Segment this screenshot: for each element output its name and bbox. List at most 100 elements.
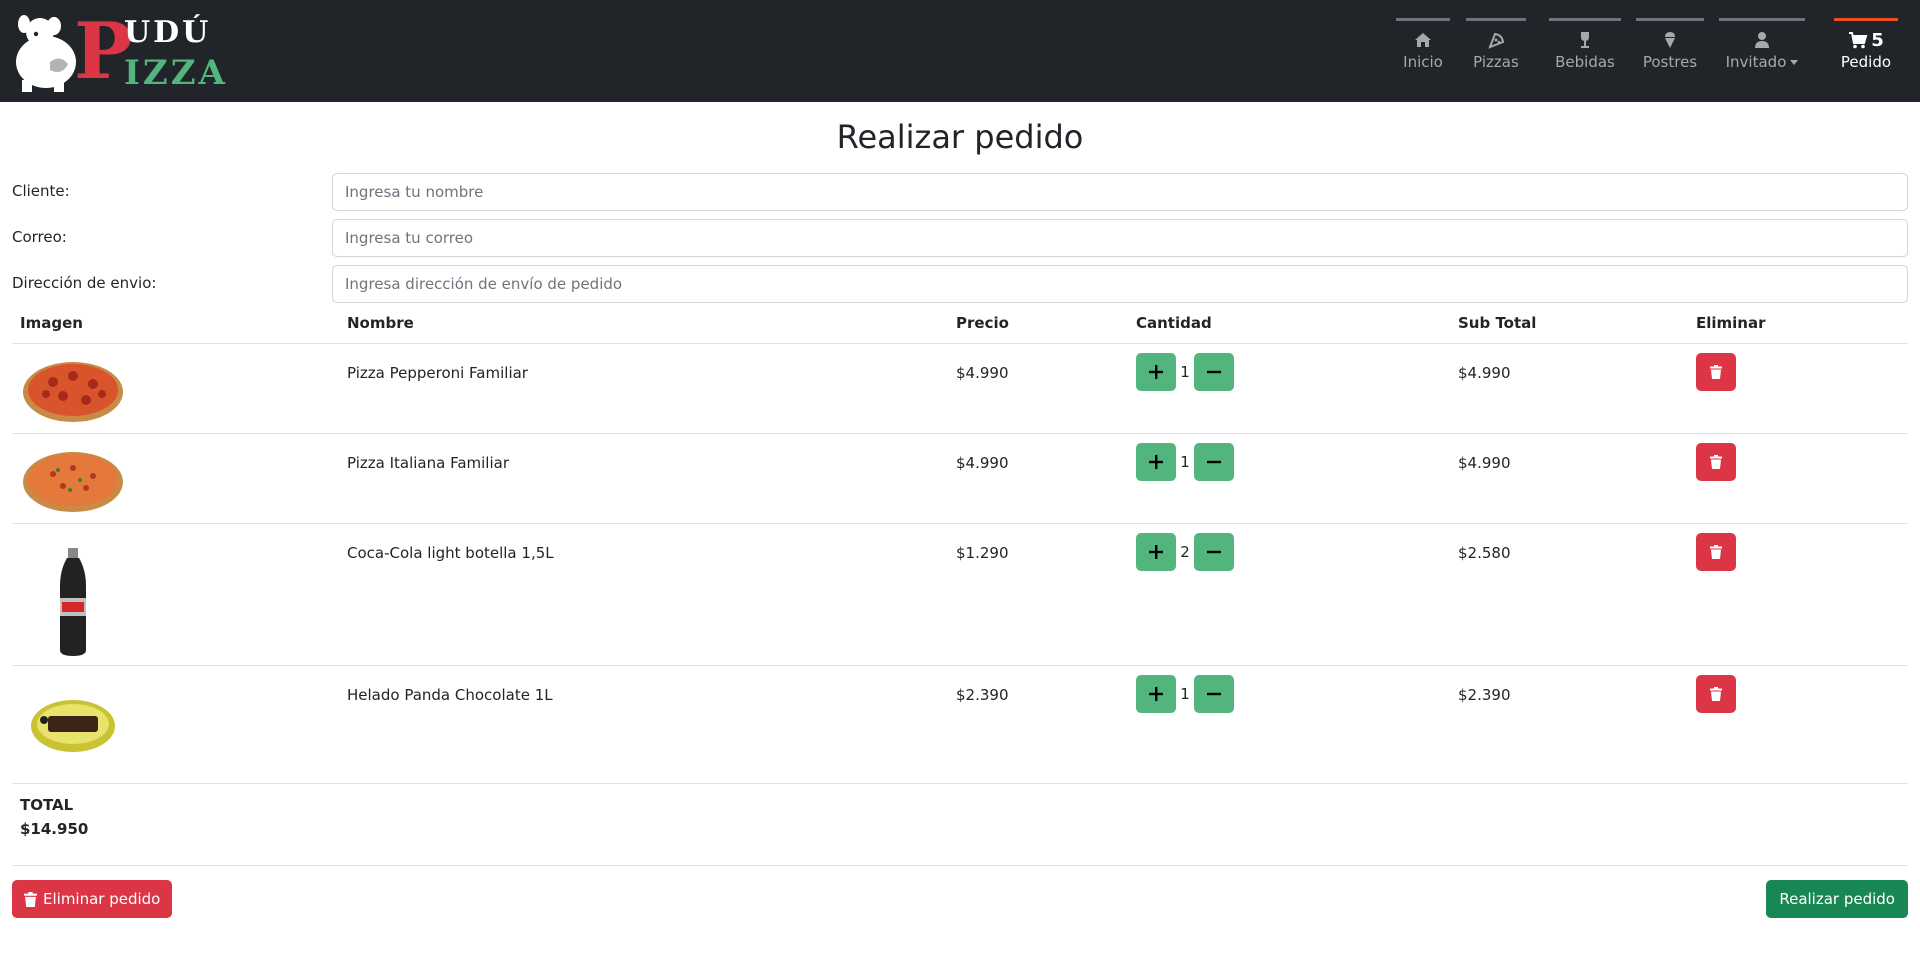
- header-image: Imagen: [20, 314, 83, 332]
- home-icon: [1415, 33, 1431, 47]
- delete-item-button[interactable]: [1696, 353, 1736, 391]
- nav-item-pizzas[interactable]: Pizzas: [1466, 18, 1526, 80]
- total-label: TOTAL: [20, 796, 74, 814]
- product-name: Pizza Pepperoni Familiar: [347, 364, 528, 382]
- delete-item-button[interactable]: [1696, 533, 1736, 571]
- trash-icon: [1710, 545, 1722, 559]
- delete-order-button[interactable]: Eliminar pedido: [12, 880, 173, 918]
- product-name: Coca-Cola light botella 1,5L: [347, 544, 554, 562]
- nav-label: Invitado: [1725, 53, 1787, 71]
- increase-quantity-button[interactable]: [1136, 675, 1176, 713]
- product-subtotal: $4.990: [1458, 364, 1511, 382]
- nav-label-wrap: Invitado: [1719, 53, 1805, 71]
- product-price: $4.990: [956, 454, 1009, 472]
- ice-cream-icon: [1665, 32, 1675, 48]
- plus-icon: [1149, 687, 1163, 701]
- product-subtotal: $2.580: [1458, 544, 1511, 562]
- order-table: Imagen Nombre Precio Cantidad Sub Total …: [12, 306, 1908, 866]
- table-row: Pizza Italiana Familiar $4.990 1 $4.990: [12, 434, 1908, 524]
- cart-icon: [1849, 31, 1868, 48]
- table-row: Pizza Pepperoni Familiar $4.990 1 $4.990: [12, 344, 1908, 434]
- ice-cream-tub-image: [31, 700, 115, 752]
- nav-label: Pizzas: [1473, 53, 1519, 71]
- plus-icon: [1149, 545, 1163, 559]
- decrease-quantity-button[interactable]: [1194, 533, 1234, 571]
- quantity-value: 1: [1180, 363, 1190, 381]
- client-label: Cliente:: [12, 182, 70, 200]
- pizza-slice-icon: [1488, 32, 1505, 49]
- client-name-input[interactable]: [332, 173, 1908, 211]
- brand-bottom-text: IZZA: [124, 53, 228, 93]
- header-price: Precio: [956, 314, 1009, 332]
- nav-label: Postres: [1642, 53, 1698, 71]
- pudu-mascot-icon: [16, 15, 76, 92]
- decrease-quantity-button[interactable]: [1194, 675, 1234, 713]
- nav-label: Pedido: [1840, 53, 1892, 71]
- header-subtotal: Sub Total: [1458, 314, 1537, 332]
- email-input[interactable]: [332, 219, 1908, 257]
- header-name: Nombre: [347, 314, 414, 332]
- nav-item-inicio[interactable]: Inicio: [1396, 18, 1450, 80]
- italian-pizza-image: [23, 452, 123, 512]
- increase-quantity-button[interactable]: [1136, 353, 1176, 391]
- place-order-button[interactable]: Realizar pedido: [1766, 880, 1908, 918]
- navbar: P UDÚ IZZA Inicio Pizzas Bebidas Postres…: [0, 0, 1920, 102]
- delete-item-button[interactable]: [1696, 443, 1736, 481]
- table-row: Coca-Cola light botella 1,5L $1.290 2 $2…: [12, 524, 1908, 666]
- increase-quantity-button[interactable]: [1136, 533, 1176, 571]
- product-name: Pizza Italiana Familiar: [347, 454, 509, 472]
- product-subtotal: $4.990: [1458, 454, 1511, 472]
- product-price: $2.390: [956, 686, 1009, 704]
- pudu-pizza-logo[interactable]: P UDÚ IZZA: [10, 12, 225, 92]
- table-header: Imagen Nombre Precio Cantidad Sub Total …: [12, 306, 1908, 344]
- product-subtotal: $2.390: [1458, 686, 1511, 704]
- trash-icon: [1710, 365, 1722, 379]
- user-icon: [1755, 32, 1769, 48]
- nav-item-postres[interactable]: Postres: [1636, 18, 1704, 80]
- nav-label: Bebidas: [1555, 53, 1615, 71]
- quantity-stepper: 1: [1136, 353, 1234, 391]
- plus-icon: [1149, 455, 1163, 469]
- order-total: TOTAL $14.950: [12, 784, 1908, 866]
- total-value: $14.950: [20, 820, 89, 838]
- header-quantity: Cantidad: [1136, 314, 1212, 332]
- cart-count-badge: 5: [1871, 29, 1884, 51]
- quantity-stepper: 2: [1136, 533, 1234, 571]
- brand-top-text: UDÚ: [124, 15, 212, 50]
- wine-glass-icon: [1581, 32, 1589, 48]
- cart-indicator: 5: [1834, 29, 1898, 51]
- product-price: $1.290: [956, 544, 1009, 562]
- product-name: Helado Panda Chocolate 1L: [347, 686, 553, 704]
- minus-icon: [1207, 550, 1221, 554]
- plus-icon: [1149, 365, 1163, 379]
- delete-item-button[interactable]: [1696, 675, 1736, 713]
- table-row: Helado Panda Chocolate 1L $2.390 1 $2.39…: [12, 666, 1908, 784]
- delete-order-label: Eliminar pedido: [43, 890, 161, 908]
- trash-icon: [24, 891, 37, 907]
- header-delete: Eliminar: [1696, 314, 1766, 332]
- address-label: Dirección de envio:: [12, 274, 157, 292]
- caret-down-icon: [1790, 60, 1799, 65]
- product-price: $4.990: [956, 364, 1009, 382]
- quantity-stepper: 1: [1136, 443, 1234, 481]
- quantity-value: 1: [1180, 685, 1190, 703]
- page-title: Realizar pedido: [836, 118, 1084, 156]
- pepperoni-pizza-image: [23, 362, 123, 422]
- quantity-value: 1: [1180, 453, 1190, 471]
- shipping-address-input[interactable]: [332, 265, 1908, 303]
- email-label: Correo:: [12, 228, 67, 246]
- increase-quantity-button[interactable]: [1136, 443, 1176, 481]
- trash-icon: [1710, 687, 1722, 701]
- nav-item-invitado-dropdown[interactable]: Invitado: [1719, 18, 1805, 80]
- minus-icon: [1207, 370, 1221, 374]
- quantity-stepper: 1: [1136, 675, 1234, 713]
- minus-icon: [1207, 692, 1221, 696]
- minus-icon: [1207, 460, 1221, 464]
- trash-icon: [1710, 455, 1722, 469]
- nav-item-bebidas[interactable]: Bebidas: [1549, 18, 1621, 80]
- decrease-quantity-button[interactable]: [1194, 353, 1234, 391]
- quantity-value: 2: [1180, 543, 1190, 561]
- decrease-quantity-button[interactable]: [1194, 443, 1234, 481]
- place-order-label: Realizar pedido: [1779, 890, 1895, 908]
- nav-item-pedido[interactable]: 5 Pedido: [1834, 18, 1898, 80]
